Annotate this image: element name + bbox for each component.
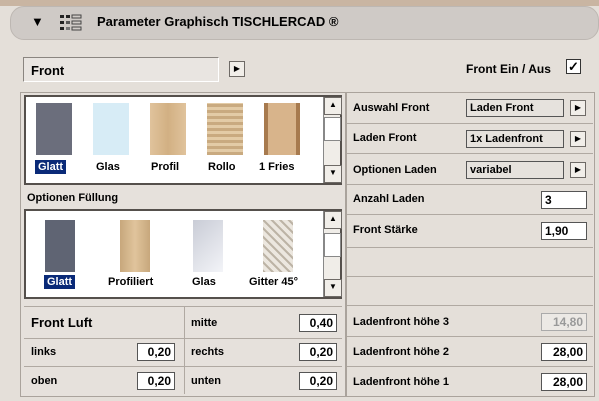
row-empty-2 xyxy=(347,277,593,306)
oben-field[interactable]: 0,20 xyxy=(137,372,175,390)
list-icon xyxy=(60,14,82,31)
gallery-label-rollo[interactable]: Rollo xyxy=(208,161,236,173)
auswahl-front-dropdown[interactable]: Laden Front xyxy=(466,99,564,117)
collapse-arrow-icon[interactable]: ▼ xyxy=(31,14,44,29)
hoehe-2-field[interactable]: 28,00 xyxy=(541,343,587,361)
rechts-field[interactable]: 0,20 xyxy=(299,343,337,361)
mitte-label: mitte xyxy=(191,317,218,329)
unten-label: unten xyxy=(191,375,221,387)
front-staerke-field[interactable]: 1,90 xyxy=(541,222,587,240)
front-staerke-label: Front Stärke xyxy=(353,224,418,236)
optionen-laden-label: Optionen Laden xyxy=(353,164,437,176)
auswahl-front-label: Auswahl Front xyxy=(353,102,430,114)
laden-front-label: Laden Front xyxy=(353,132,417,144)
thumb-rollo[interactable] xyxy=(207,103,243,155)
front-toggle-label: Front Ein / Aus xyxy=(466,62,551,76)
fill-label-gitter-45[interactable]: Gitter 45° xyxy=(249,276,298,288)
fill-gallery-scrollbar[interactable]: ▲ ▼ xyxy=(323,211,342,297)
header-bar[interactable]: ▼ Parameter Graphisch TISCHLERCAD ® xyxy=(10,6,599,40)
thumb-1-fries[interactable] xyxy=(264,103,300,155)
scroll-thumb[interactable] xyxy=(324,117,341,141)
thumb-profil[interactable] xyxy=(150,103,186,155)
panel-title: Parameter Graphisch TISCHLERCAD ® xyxy=(97,14,339,29)
fill-label-profiliert[interactable]: Profiliert xyxy=(108,276,153,288)
front-selector-value: Front xyxy=(31,63,65,78)
hoehe-1-label: Ladenfront höhe 1 xyxy=(353,376,449,388)
fill-scroll-up-icon[interactable]: ▲ xyxy=(324,211,342,229)
oben-label: oben xyxy=(31,375,58,387)
fill-thumb-glas[interactable] xyxy=(193,220,223,272)
front-toggle-checkbox[interactable]: ✓ xyxy=(566,59,581,74)
front-selector[interactable]: Front xyxy=(23,57,219,82)
fill-scroll-thumb[interactable] xyxy=(324,233,341,257)
mitte-field[interactable]: 0,40 xyxy=(299,314,337,332)
luft-title: Front Luft xyxy=(31,315,93,330)
thumb-glas[interactable] xyxy=(93,103,129,155)
fill-thumb-profiliert[interactable] xyxy=(120,220,150,272)
hoehe-2-label: Ladenfront höhe 2 xyxy=(353,346,449,358)
gallery-label-1-fries[interactable]: 1 Fries xyxy=(259,161,294,173)
front-selector-button[interactable]: ▶ xyxy=(229,61,245,77)
gallery-label-glatt[interactable]: Glatt xyxy=(35,160,67,174)
hoehe-3-field: 14,80 xyxy=(541,313,587,331)
laden-front-dropdown[interactable]: 1x Ladenfront xyxy=(466,130,564,148)
optionen-laden-dropdown[interactable]: variabel xyxy=(466,161,564,179)
fill-options-title: Optionen Füllung xyxy=(27,192,119,204)
hoehe-1-field[interactable]: 28,00 xyxy=(541,373,587,391)
anzahl-laden-label: Anzahl Laden xyxy=(353,193,425,205)
fill-scroll-down-icon[interactable]: ▼ xyxy=(324,279,342,297)
row-empty-1 xyxy=(347,248,593,277)
auswahl-front-button[interactable]: ▶ xyxy=(570,100,586,116)
fill-label-glatt[interactable]: Glatt xyxy=(44,275,76,289)
fill-label-glas[interactable]: Glas xyxy=(192,276,216,288)
luft-row-line-1 xyxy=(24,338,342,339)
scroll-up-icon[interactable]: ▲ xyxy=(324,97,342,115)
luft-divider xyxy=(184,306,185,394)
gallery-label-glas[interactable]: Glas xyxy=(96,161,120,173)
links-field[interactable]: 0,20 xyxy=(137,343,175,361)
luft-row-line-2 xyxy=(24,366,342,367)
rechts-label: rechts xyxy=(191,346,225,358)
unten-field[interactable]: 0,20 xyxy=(299,372,337,390)
fill-thumb-glatt[interactable] xyxy=(45,220,75,272)
scroll-down-icon[interactable]: ▼ xyxy=(324,165,342,183)
thumb-glatt[interactable] xyxy=(36,103,72,155)
fill-thumb-gitter[interactable] xyxy=(263,220,293,272)
anzahl-laden-field[interactable]: 3 xyxy=(541,191,587,209)
optionen-laden-button[interactable]: ▶ xyxy=(570,162,586,178)
laden-front-button[interactable]: ▶ xyxy=(570,131,586,147)
links-label: links xyxy=(31,346,57,358)
hoehe-3-label: Ladenfront höhe 3 xyxy=(353,316,449,328)
front-gallery-scrollbar[interactable]: ▲ ▼ xyxy=(323,97,342,183)
gallery-label-profil[interactable]: Profil xyxy=(151,161,179,173)
